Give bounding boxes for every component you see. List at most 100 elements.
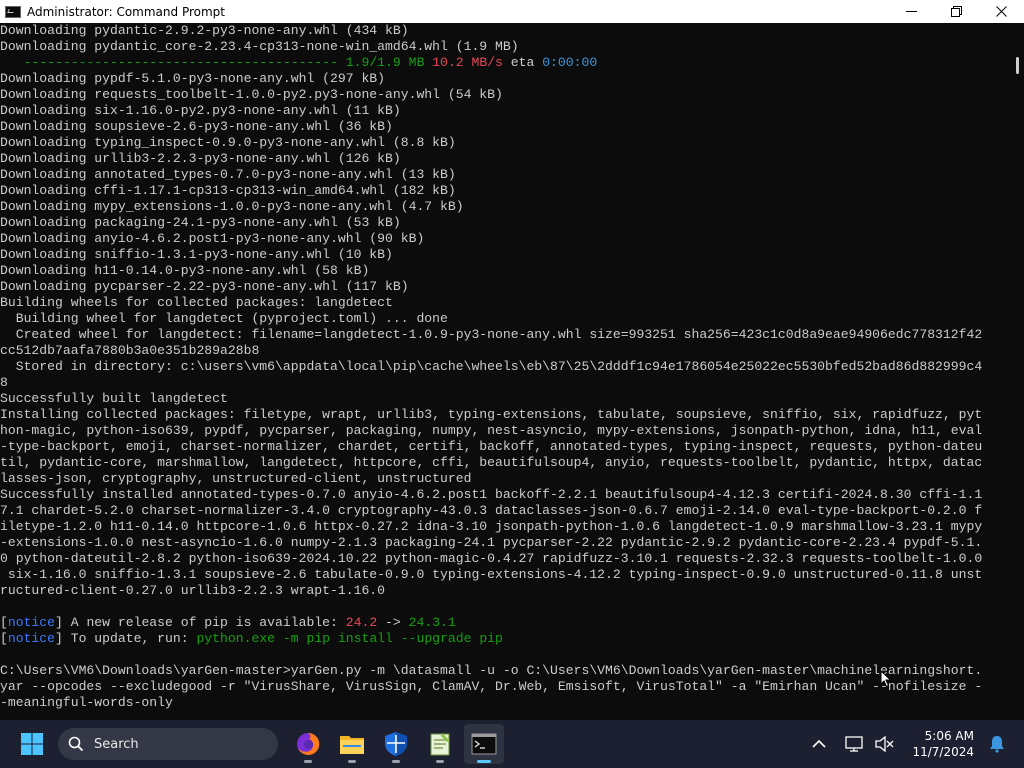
taskbar-notepad-plus[interactable] [420,724,460,764]
console-text: Downloading sniffio-1.3.1-py3-none-any.w… [0,247,393,262]
console-text: Downloading pycparser-2.22-py3-none-any.… [0,279,409,294]
taskbar-search[interactable]: Search [58,728,278,760]
console-text: 24.3.1 [408,615,456,630]
console-text: Downloading pypdf-5.1.0-py3-none-any.whl… [0,71,386,86]
console-line: Downloading cffi-1.17.1-cp313-cp313-win_… [0,183,1012,199]
console-line: Downloading h11-0.14.0-py3-none-any.whl … [0,263,1012,279]
command-prompt-icon [5,5,21,18]
chevron-up-icon [812,739,827,748]
minimize-button[interactable] [889,0,934,23]
console-output[interactable]: Downloading pydantic-2.9.2-py3-none-any.… [0,23,1012,720]
network-status-button[interactable] [842,731,868,757]
windows-logo-icon [21,733,43,755]
clock-time: 5:06 AM [924,729,974,743]
console-line: Downloading six-1.16.0-py2.py3-none-any.… [0,103,1012,119]
console-text: Downloading pydantic_core-2.23.4-cp313-n… [0,39,519,54]
console-line: Stored in directory: c:\users\vm6\appdat… [0,359,1012,375]
console-text: -type-backport, emoji, charset-normalize… [0,439,983,454]
notepad-plus-icon [430,733,450,756]
console-line: Building wheel for langdetect (pyproject… [0,311,1012,327]
console-text: 1.9/1.9 MB [345,55,425,70]
running-indicator [392,760,400,763]
maximize-button[interactable] [934,0,979,23]
console-text: -meaningful-words-only [0,695,173,710]
console-text: six-1.16.0 sniffio-1.3.1 soupsieve-2.6 t… [0,567,983,582]
system-tray: 5:06 AM 11/7/2024 [806,720,1024,768]
console-line: Created wheel for langdetect: filename=l… [0,327,1012,343]
console-text: [ [0,631,8,646]
console-text: Downloading requests_toolbelt-1.0.0-py2.… [0,87,503,102]
console-line: lasses-json, cryptography, unstructured-… [0,471,1012,487]
console-line: 8 [0,375,1012,391]
console-text: ructured-client-0.27.0 urllib3-2.2.3 wra… [0,583,386,598]
console-text: ] A new release of pip is available: [55,615,346,630]
shield-icon [385,732,407,756]
console-text: yar --opcodes --excludegood -r "VirusSha… [0,679,983,694]
console-text: Downloading h11-0.14.0-py3-none-any.whl … [0,263,370,278]
notifications-button[interactable] [984,731,1010,757]
console-text: Downloading annotated_types-0.7.0-py3-no… [0,167,456,182]
console-line: -extensions-1.0.0 nest-asyncio-1.6.0 num… [0,535,1012,551]
console-text: lasses-json, cryptography, unstructured-… [0,471,472,486]
console-text: 10.2 MB/s [432,55,503,70]
start-button[interactable] [12,724,52,764]
console-text: 24.2 [345,615,378,630]
console-line: ----------------------------------------… [0,55,1012,71]
search-placeholder: Search [94,736,139,752]
console-line: Successfully built langdetect [0,391,1012,407]
window-titlebar[interactable]: Administrator: Command Prompt [0,0,1024,23]
minimize-icon [906,11,917,12]
console-text: Downloading packaging-24.1-py3-none-any.… [0,215,401,230]
show-hidden-icons-button[interactable] [806,731,832,757]
clock-date: 11/7/2024 [912,745,974,759]
console-line: -type-backport, emoji, charset-normalize… [0,439,1012,455]
console-text: Downloading cffi-1.17.1-cp313-cp313-win_… [0,183,456,198]
window-title: Administrator: Command Prompt [27,4,225,19]
console-lines: Downloading pydantic-2.9.2-py3-none-any.… [0,23,1012,711]
console-text: hon-magic, python-iso639, pypdf, pycpars… [0,423,983,438]
console-line: Downloading sniffio-1.3.1-py3-none-any.w… [0,247,1012,263]
mouse-cursor-icon [880,670,892,688]
console-line: [notice] To update, run: python.exe -m p… [0,631,1012,647]
folder-icon [340,736,364,754]
taskbar-firefox[interactable] [288,724,328,764]
console-text: cc512db7aafa7880b3a0e351b289a28b8 [0,343,260,358]
close-icon [996,6,1007,17]
network-icon [845,736,864,752]
console-text: eta [502,55,543,70]
console-text: -> [377,615,409,630]
close-button[interactable] [979,0,1024,23]
taskbar-file-explorer[interactable] [332,724,372,764]
console-text: Building wheels for collected packages: … [0,295,393,310]
console-line: Successfully installed annotated-types-0… [0,487,1012,503]
taskbar-terminal[interactable] [464,724,504,764]
console-line: [notice] A new release of pip is availab… [0,615,1012,631]
console-text: Downloading pydantic-2.9.2-py3-none-any.… [0,23,409,38]
console-line: six-1.16.0 sniffio-1.3.1 soupsieve-2.6 t… [0,567,1012,583]
console-text: Downloading mypy_extensions-1.0.0-py3-no… [0,199,464,214]
console-text: Downloading soupsieve-2.6-py3-none-any.w… [0,119,393,134]
volume-button[interactable] [872,731,898,757]
console-line: ructured-client-0.27.0 urllib3-2.2.3 wra… [0,583,1012,599]
console-line: Downloading requests_toolbelt-1.0.0-py2.… [0,87,1012,103]
taskbar-clock[interactable]: 5:06 AM 11/7/2024 [912,728,974,760]
console-text: ] To update, run: [55,631,197,646]
console-line: Downloading pycparser-2.22-py3-none-any.… [0,279,1012,295]
console-line: Downloading pypdf-5.1.0-py3-none-any.whl… [0,71,1012,87]
restore-icon [951,6,962,17]
console-line: Downloading urllib3-2.2.3-py3-none-any.w… [0,151,1012,167]
console-text: Installing collected packages: filetype,… [0,407,983,422]
search-icon [68,736,84,752]
scrollbar-thumb[interactable] [1016,57,1019,74]
console-line: 0 python-dateutil-2.8.2 python-iso639-20… [0,551,1012,567]
console-text: Building wheel for langdetect (pyproject… [0,311,448,326]
console-text: Downloading typing_inspect-0.9.0-py3-non… [0,135,456,150]
console-text: Stored in directory: c:\users\vm6\appdat… [0,359,983,374]
running-indicator [348,760,356,763]
console-text: Successfully built langdetect [0,391,228,406]
taskbar-defender[interactable] [376,724,416,764]
console-scrollbar[interactable] [1012,23,1024,720]
